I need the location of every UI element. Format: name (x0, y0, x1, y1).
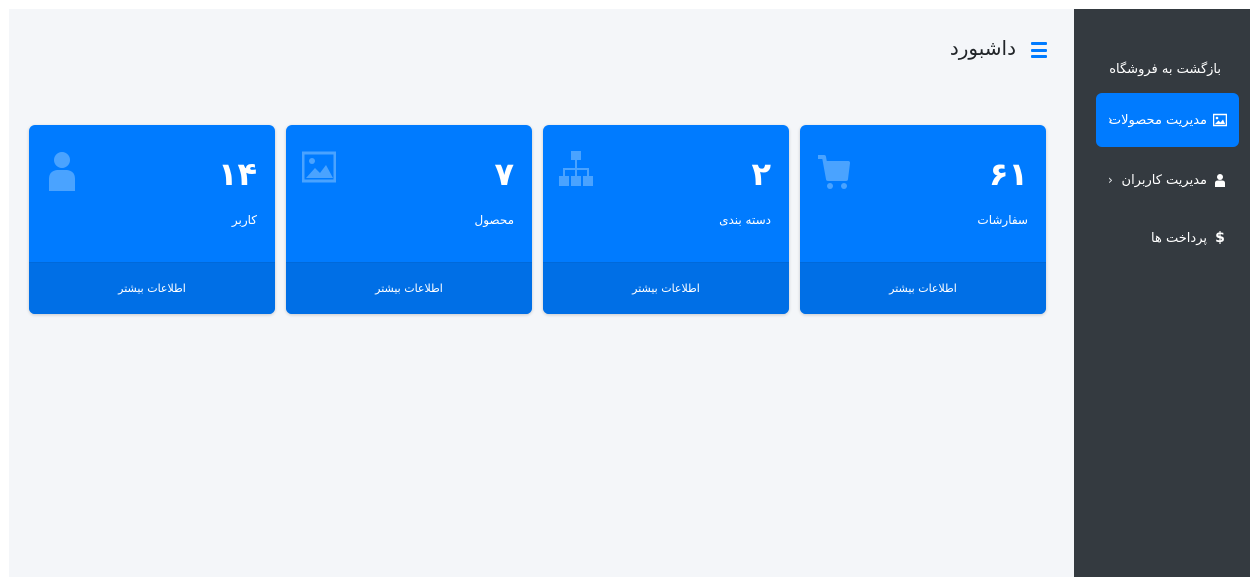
orders-count: ۶۱ (988, 155, 1028, 193)
orders-caption: سفارشات (977, 213, 1028, 227)
card-users: ۱۴ کاربر اطلاعات بیشتر (29, 125, 275, 314)
cart-icon (818, 155, 850, 189)
products-count: ۷ (494, 155, 514, 193)
categories-more-link[interactable]: اطلاعات بیشتر (543, 262, 789, 314)
users-count: ۱۴ (217, 155, 257, 193)
chevron-left-icon[interactable]: ‹ (1108, 113, 1113, 127)
products-more-link[interactable]: اطلاعات بیشتر (286, 262, 532, 314)
sitemap-icon (559, 151, 593, 186)
sidebar-item-label: پرداخت ها (1151, 230, 1207, 246)
sidebar-item-label: مدیریت کاربران (1121, 172, 1207, 188)
dollar-icon: $ (1215, 230, 1225, 246)
user-icon (1215, 174, 1225, 187)
card-orders: ۶۱ سفارشات اطلاعات بیشتر (800, 125, 1046, 314)
page-title: داشبورد (949, 36, 1016, 60)
categories-count: ۲ (751, 155, 771, 193)
sidebar-item-product-management[interactable]: مدیریت محصولات ‹ (1096, 93, 1239, 147)
users-more-link[interactable]: اطلاعات بیشتر (29, 262, 275, 314)
hamburger-icon[interactable] (1031, 42, 1047, 58)
sidebar-item-user-management[interactable]: مدیریت کاربران ‹ (1096, 153, 1239, 207)
card-categories: ۲ دسته بندی اطلاعات بیشتر (543, 125, 789, 314)
users-caption: کاربر (231, 213, 257, 227)
orders-more-link[interactable]: اطلاعات بیشتر (800, 262, 1046, 314)
sidebar-item-label: مدیریت محصولات (1108, 112, 1207, 128)
sidebar-item-label: بازگشت به فروشگاه (1109, 61, 1221, 77)
image-icon (302, 151, 336, 183)
sidebar-item-back-to-store[interactable]: بازگشت به فروشگاه (1096, 42, 1239, 96)
user-icon (49, 152, 75, 191)
sidebar: بازگشت به فروشگاه مدیریت محصولات ‹ مدیری… (1074, 9, 1250, 577)
categories-caption: دسته بندی (719, 213, 771, 227)
chevron-left-icon[interactable]: ‹ (1108, 173, 1113, 187)
app-frame: داشبورد ۶۱ سفارشات اطلاعات بیشتر ۲ دسته … (0, 0, 1250, 577)
sidebar-item-payments[interactable]: $ پرداخت ها (1096, 211, 1239, 265)
products-caption: محصول (474, 213, 515, 227)
card-products: ۷ محصول اطلاعات بیشتر (286, 125, 532, 314)
image-icon (1213, 113, 1227, 127)
